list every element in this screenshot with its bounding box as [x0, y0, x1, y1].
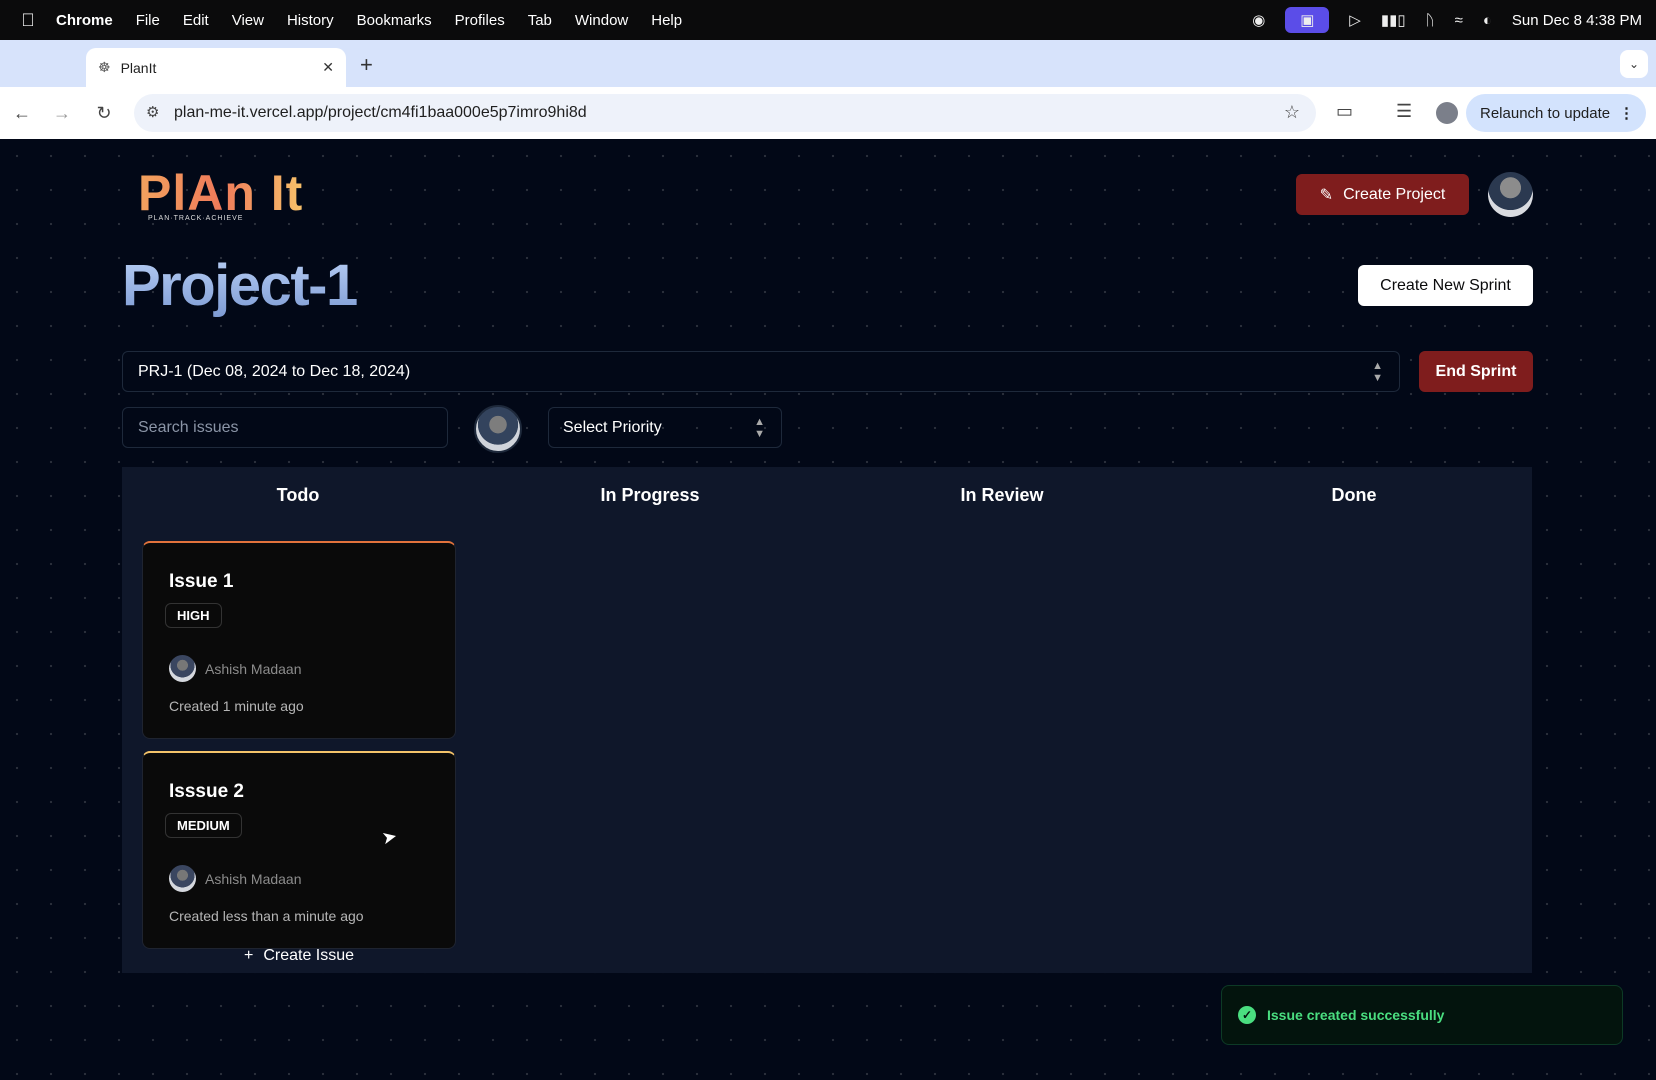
priority-badge: HIGH	[165, 603, 222, 628]
plus-icon: +	[243, 947, 254, 964]
menu-profiles[interactable]: Profiles	[455, 12, 505, 29]
end-sprint-button[interactable]: End Sprint	[1419, 351, 1533, 392]
user-avatar[interactable]	[1488, 172, 1533, 217]
play-icon[interactable]: ▷	[1349, 11, 1361, 29]
bluetooth-icon[interactable]: ᚢ	[1426, 12, 1435, 29]
screen-share-icon[interactable]: ▣	[1285, 7, 1330, 33]
planit-logo[interactable]: PlAn It PLAN·TRACK·ACHIEVE	[138, 167, 303, 222]
avatar	[169, 865, 196, 892]
issue-title: Issue 1	[169, 571, 234, 592]
issue-assignee: Ashish Madaan	[169, 655, 302, 682]
battery-icon[interactable]: ▮▮▯	[1381, 11, 1406, 29]
menu-history[interactable]: History	[287, 12, 334, 29]
priority-select-value: Select Priority	[563, 418, 662, 436]
column-header-done: Done	[1331, 485, 1377, 505]
new-tab-icon[interactable]: +	[360, 52, 373, 78]
address-bar[interactable]: ⚙ plan-me-it.vercel.app/project/cm4fi1ba…	[134, 94, 1316, 132]
record-icon[interactable]: ◉	[1252, 11, 1265, 29]
chevron-updown-icon: ▲ ▼	[754, 415, 765, 440]
menu-tab[interactable]: Tab	[528, 12, 552, 29]
issue-created-time: Created less than a minute ago	[169, 908, 364, 924]
logo-wordmark: PlAn It	[138, 165, 304, 221]
assignee-filter-avatar[interactable]	[474, 405, 522, 453]
page-title: Project-1	[122, 251, 358, 321]
tab-title: PlanIt	[120, 59, 157, 76]
sprint-select-value: PRJ-1 (Dec 08, 2024 to Dec 18, 2024)	[138, 362, 411, 380]
relaunch-label: Relaunch to update	[1480, 104, 1611, 122]
create-project-label: Create Project	[1343, 185, 1446, 203]
profile-avatar[interactable]	[1436, 102, 1458, 124]
bookmark-star-icon[interactable]: ☆	[1284, 102, 1300, 123]
toast-message: Issue created successfully	[1267, 1007, 1445, 1023]
menu-window[interactable]: Window	[575, 12, 628, 29]
assignee-name: Ashish Madaan	[205, 870, 302, 887]
back-icon[interactable]: ←	[8, 87, 36, 139]
search-input[interactable]	[122, 407, 448, 448]
app-page: PlAn It PLAN·TRACK·ACHIEVE ✎ Create Proj…	[0, 139, 1656, 1080]
forward-icon[interactable]: →	[48, 87, 76, 139]
media-controls-icon[interactable]: ☰	[1396, 101, 1412, 122]
priority-select[interactable]: Select Priority ▲ ▼	[548, 407, 782, 448]
relaunch-button[interactable]: Relaunch to update ⋮	[1466, 94, 1646, 132]
issue-card[interactable]: Issue 1 HIGH Ashish Madaan Created 1 min…	[142, 541, 456, 739]
reload-icon[interactable]: ↻	[90, 87, 118, 139]
site-info-icon[interactable]: ⚙	[146, 103, 159, 121]
avatar	[169, 655, 196, 682]
check-circle-icon: ✓	[1238, 1006, 1256, 1024]
issue-card[interactable]: Isssue 2 MEDIUM Ashish Madaan Created le…	[142, 751, 456, 949]
column-header-in-review: In Review	[960, 485, 1044, 505]
priority-badge: MEDIUM	[165, 813, 242, 838]
menu-help[interactable]: Help	[651, 12, 682, 29]
column-header-in-progress: In Progress	[600, 485, 700, 505]
tab-search-icon[interactable]: ⌄	[1620, 50, 1648, 78]
kanban-board: Todo In Progress In Review Done Issue 1 …	[122, 467, 1532, 973]
menubar-status-area: ◉ ▣ ▷ ▮▮▯ ᚢ ≈ ◐ Sun Dec 8 4:38 PM	[1252, 0, 1642, 40]
sprint-select[interactable]: PRJ-1 (Dec 08, 2024 to Dec 18, 2024) ▲ ▼	[122, 351, 1400, 392]
close-tab-icon[interactable]: ✕	[322, 59, 334, 76]
create-new-sprint-button[interactable]: Create New Sprint	[1358, 265, 1533, 306]
menu-chrome[interactable]: Chrome	[56, 12, 113, 29]
wifi-icon[interactable]: ≈	[1455, 12, 1463, 29]
edit-icon: ✎	[1319, 186, 1334, 204]
success-toast: ✓ Issue created successfully	[1221, 985, 1623, 1045]
issue-title: Isssue 2	[169, 781, 244, 802]
issue-assignee: Ashish Madaan	[169, 865, 302, 892]
assignee-name: Ashish Madaan	[205, 660, 302, 677]
browser-tab-strip: ☸ PlanIt ✕ + ⌄	[0, 40, 1656, 87]
apple-menu-icon[interactable]: 	[0, 10, 56, 31]
create-issue-label: Create Issue	[263, 947, 355, 964]
extensions-icon[interactable]: ▭	[1336, 101, 1353, 122]
create-project-button[interactable]: ✎ Create Project	[1296, 174, 1469, 215]
tab-favicon-icon: ☸	[98, 59, 111, 75]
menubar-clock[interactable]: Sun Dec 8 4:38 PM	[1512, 12, 1642, 29]
menu-view[interactable]: View	[232, 12, 264, 29]
issue-created-time: Created 1 minute ago	[169, 698, 304, 714]
browser-tab[interactable]: ☸ PlanIt ✕	[86, 48, 346, 87]
browser-toolbar: ← → ↻ ⚙ plan-me-it.vercel.app/project/cm…	[0, 87, 1656, 139]
menu-bookmarks[interactable]: Bookmarks	[357, 12, 432, 29]
macos-menubar:  Chrome File Edit View History Bookmark…	[0, 0, 1656, 40]
address-url: plan-me-it.vercel.app/project/cm4fi1baa0…	[174, 104, 587, 121]
chevron-updown-icon: ▲ ▼	[1372, 359, 1383, 384]
control-center-icon[interactable]: ◐	[1483, 12, 1492, 29]
menu-file[interactable]: File	[136, 12, 160, 29]
menu-edit[interactable]: Edit	[183, 12, 209, 29]
column-header-todo: Todo	[276, 485, 320, 505]
more-menu-icon[interactable]: ⋮	[1619, 104, 1634, 122]
create-issue-button[interactable]: + Create Issue	[142, 947, 456, 965]
